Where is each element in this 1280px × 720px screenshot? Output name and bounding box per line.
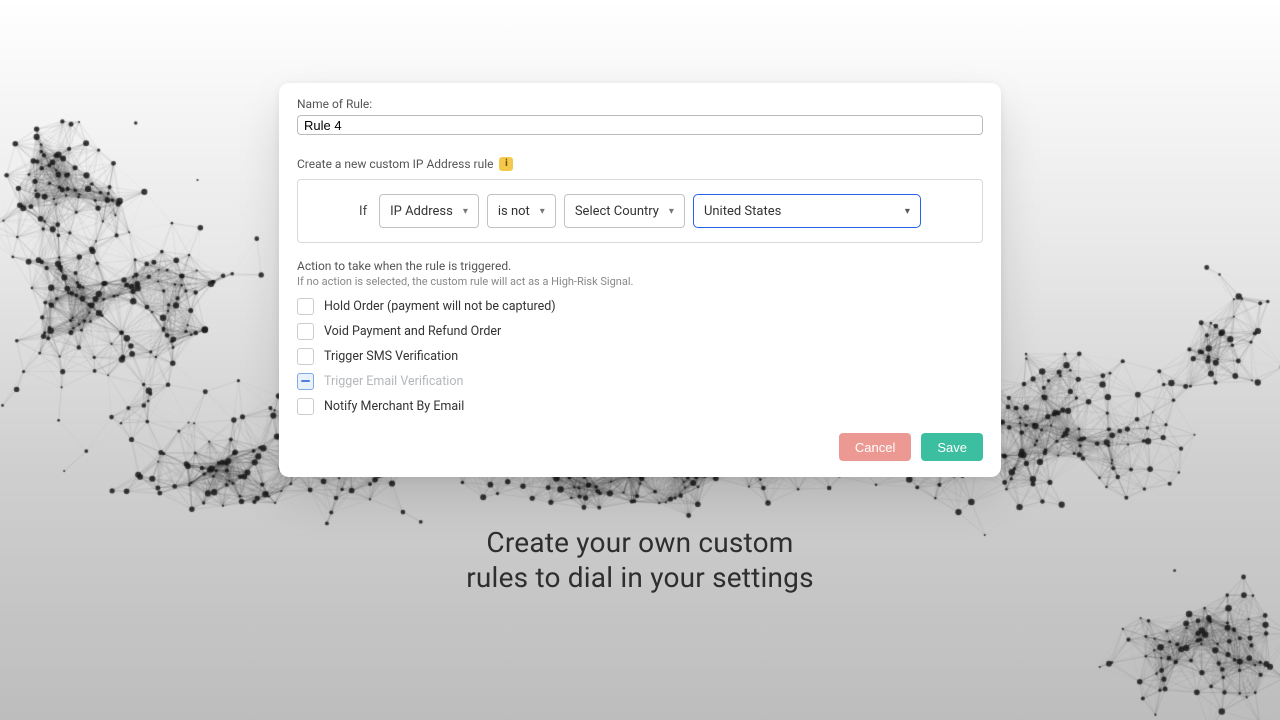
action-label: Trigger SMS Verification [324, 349, 458, 364]
field-select[interactable]: IP Address ▾ [379, 194, 479, 228]
action-label: Hold Order (payment will not be captured… [324, 299, 556, 314]
rule-condition-row: If IP Address ▾ is not ▾ Select Country … [297, 179, 983, 243]
action-label: Void Payment and Refund Order [324, 324, 501, 339]
name-label: Name of Rule: [297, 97, 983, 111]
builder-label: Create a new custom IP Address rule [297, 157, 493, 171]
chevron-down-icon: ▾ [463, 206, 468, 217]
action-row[interactable]: Trigger Email Verification [297, 373, 983, 390]
checkbox[interactable] [297, 373, 314, 390]
if-label: If [359, 204, 367, 219]
actions-list: Hold Order (payment will not be captured… [297, 298, 983, 415]
checkbox[interactable] [297, 323, 314, 340]
operator-select-value: is not [498, 204, 530, 219]
hero-caption: Create your own custom rules to dial in … [466, 525, 814, 595]
checkbox[interactable] [297, 298, 314, 315]
actions-subheading: If no action is selected, the custom rul… [297, 275, 983, 288]
target-value-select[interactable]: United States ▾ [693, 194, 921, 228]
action-row[interactable]: Hold Order (payment will not be captured… [297, 298, 983, 315]
save-button[interactable]: Save [921, 433, 983, 461]
action-row[interactable]: Void Payment and Refund Order [297, 323, 983, 340]
checkbox[interactable] [297, 348, 314, 365]
chevron-down-icon: ▾ [905, 206, 910, 217]
target-type-value: Select Country [575, 204, 659, 219]
action-label: Trigger Email Verification [324, 374, 463, 389]
actions-heading: Action to take when the rule is triggere… [297, 259, 983, 273]
dialog-footer: Cancel Save [297, 433, 983, 461]
rule-name-input[interactable] [297, 115, 983, 135]
action-label: Notify Merchant By Email [324, 399, 464, 414]
chevron-down-icon: ▾ [540, 206, 545, 217]
chevron-down-icon: ▾ [669, 206, 674, 217]
hero-line-2: rules to dial in your settings [466, 560, 814, 595]
rule-editor-card: Name of Rule: Create a new custom IP Add… [279, 83, 1001, 477]
target-value: United States [704, 204, 781, 219]
builder-label-row: Create a new custom IP Address rule i [297, 157, 983, 171]
action-row[interactable]: Notify Merchant By Email [297, 398, 983, 415]
hero-line-1: Create your own custom [466, 525, 814, 560]
info-icon[interactable]: i [499, 157, 513, 171]
field-select-value: IP Address [390, 204, 453, 219]
target-type-select[interactable]: Select Country ▾ [564, 194, 685, 228]
cancel-button[interactable]: Cancel [839, 433, 911, 461]
action-row[interactable]: Trigger SMS Verification [297, 348, 983, 365]
checkbox[interactable] [297, 398, 314, 415]
operator-select[interactable]: is not ▾ [487, 194, 556, 228]
